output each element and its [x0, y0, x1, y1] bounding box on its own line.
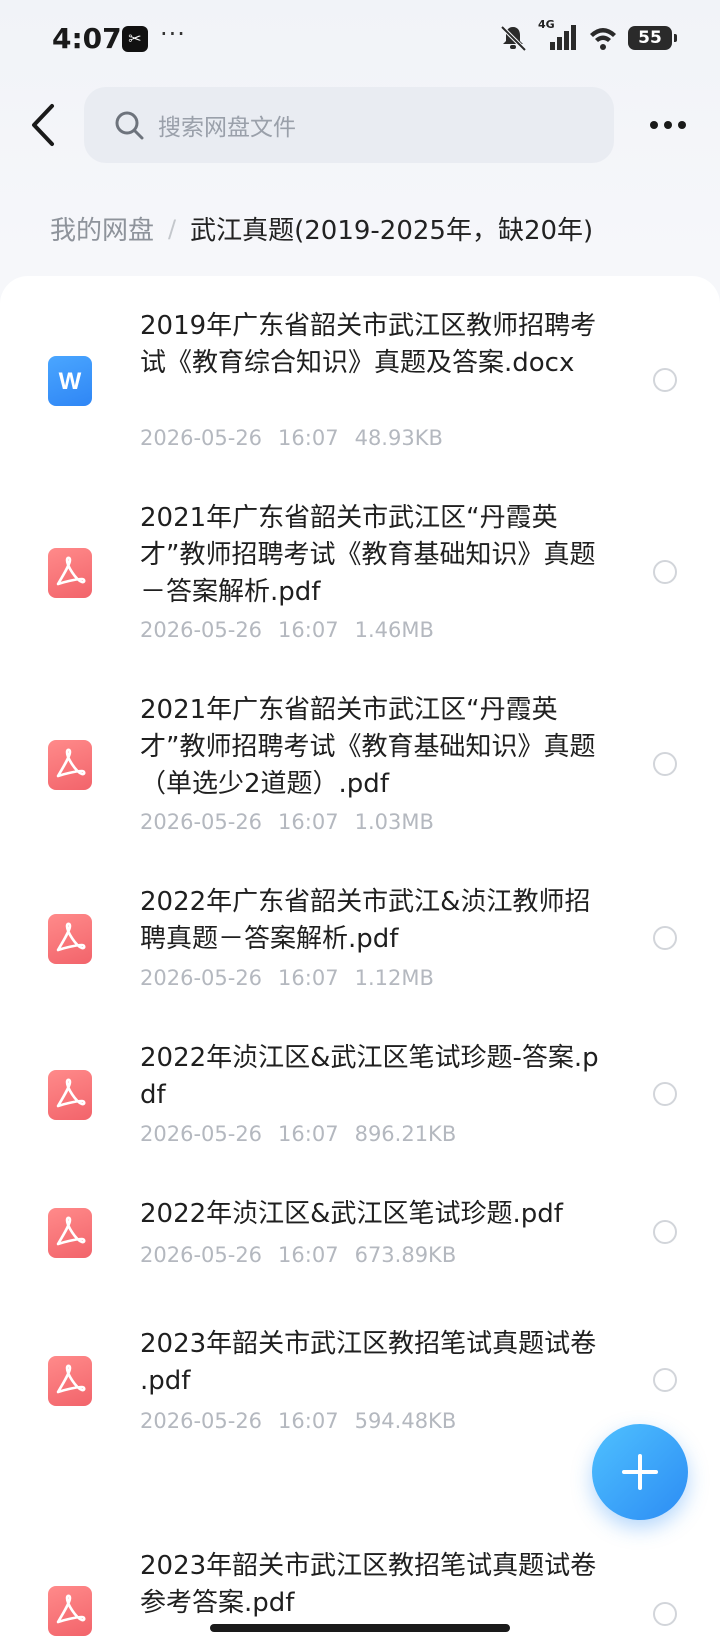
notification-dots: ···: [160, 20, 186, 48]
select-checkbox[interactable]: [653, 368, 677, 392]
status-icons: 4G 55: [498, 18, 677, 52]
file-name: 2023年韶关市武江区教招笔试真题试卷参考答案.pdf: [140, 1551, 597, 1618]
status-time: 4:07: [52, 22, 122, 55]
file-name: 2022年浈江区&武江区笔试珍题-答案.pdf: [140, 1043, 599, 1110]
battery-indicator: 55: [628, 26, 677, 50]
select-checkbox[interactable]: [653, 1082, 677, 1106]
file-name: 2021年广东省韶关市武江区“丹霞英才”教师招聘考试《教育基础知识》真题（单选少…: [140, 695, 596, 799]
file-date: 2026-05-26: [140, 1122, 263, 1146]
breadcrumb: 我的网盘 / 武江真题(2019-2025年，缺20年): [50, 210, 593, 247]
file-time: 16:07: [278, 966, 339, 990]
file-size: 1.46MB: [354, 618, 434, 642]
plus-icon: [622, 1454, 658, 1490]
file-size: 48.93KB: [354, 426, 443, 450]
select-checkbox[interactable]: [653, 560, 677, 584]
file-time: 16:07: [278, 810, 339, 834]
file-date: 2026-05-26: [140, 1409, 263, 1433]
more-options-icon[interactable]: [648, 112, 688, 138]
status-bar: 4:07 ✂ ··· 4G 55: [0, 0, 720, 80]
bell-off-icon: [500, 25, 527, 52]
pdf-file-icon: [48, 914, 92, 964]
file-name: 2019年广东省韶关市武江区教师招聘考试《教育综合知识》真题及答案.docx: [140, 311, 597, 378]
file-name: 2022年浈江区&武江区笔试珍题.pdf: [140, 1199, 563, 1229]
add-button[interactable]: [592, 1424, 688, 1520]
file-time: 16:07: [278, 426, 339, 450]
file-meta: 2026-05-26 16:07 48.93KB: [140, 426, 459, 450]
file-date: 2026-05-26: [140, 1243, 263, 1267]
file-size: 1.12MB: [354, 966, 434, 990]
word-file-icon: W: [48, 356, 92, 406]
file-date: 2026-05-26: [140, 426, 263, 450]
file-date: 2026-05-26: [140, 618, 263, 642]
pdf-file-icon: [48, 1586, 92, 1636]
select-checkbox[interactable]: [653, 926, 677, 950]
select-checkbox[interactable]: [653, 1220, 677, 1244]
file-meta: 2026-05-26 16:07 896.21KB: [140, 1122, 472, 1146]
pdf-file-icon: [48, 1208, 92, 1258]
cellular-signal: 4G: [538, 18, 578, 52]
pdf-file-icon: [48, 1356, 92, 1406]
select-checkbox[interactable]: [653, 752, 677, 776]
file-time: 16:07: [278, 1243, 339, 1267]
select-checkbox[interactable]: [653, 1602, 677, 1626]
svg-text:W: W: [59, 368, 82, 395]
capcut-app-icon: ✂: [122, 26, 148, 52]
file-name: 2022年广东省韶关市武江&浈江教师招聘真题－答案解析.pdf: [140, 887, 591, 954]
file-size: 594.48KB: [354, 1409, 457, 1433]
wifi-icon: [590, 28, 616, 50]
breadcrumb-current: 武江真题(2019-2025年，缺20年): [190, 216, 594, 246]
file-size: 896.21KB: [354, 1122, 457, 1146]
file-date: 2026-05-26: [140, 810, 263, 834]
back-arrow-icon[interactable]: [26, 100, 62, 150]
file-meta: 2026-05-26 16:07 594.48KB: [140, 1409, 472, 1433]
file-meta: 2026-05-26 16:07 1.12MB: [140, 966, 450, 990]
home-indicator[interactable]: [210, 1624, 510, 1632]
pdf-file-icon: [48, 548, 92, 598]
file-time: 16:07: [278, 618, 339, 642]
pdf-file-icon: [48, 740, 92, 790]
file-date: 2026-05-26: [140, 966, 263, 990]
file-meta: 2026-05-26 16:07 1.03MB: [140, 810, 450, 834]
search-placeholder: 搜索网盘文件: [158, 115, 296, 141]
search-icon: [115, 111, 144, 140]
file-name: 2023年韶关市武江区教招笔试真题试卷 .pdf: [140, 1329, 597, 1396]
select-checkbox[interactable]: [653, 1368, 677, 1392]
file-name: 2021年广东省韶关市武江区“丹霞英才”教师招聘考试《教育基础知识》真题－答案解…: [140, 503, 596, 607]
search-input[interactable]: 搜索网盘文件: [84, 87, 614, 163]
file-size: 1.03MB: [354, 810, 434, 834]
breadcrumb-root[interactable]: 我的网盘: [50, 210, 154, 247]
file-meta: 2026-05-26 16:07 1.46MB: [140, 618, 450, 642]
file-time: 16:07: [278, 1409, 339, 1433]
pdf-file-icon: [48, 1070, 92, 1120]
breadcrumb-separator: /: [168, 214, 177, 243]
file-time: 16:07: [278, 1122, 339, 1146]
file-size: 673.89KB: [354, 1243, 457, 1267]
file-meta: 2026-05-26 16:07 673.89KB: [140, 1243, 472, 1267]
signal-icon: [550, 25, 576, 50]
